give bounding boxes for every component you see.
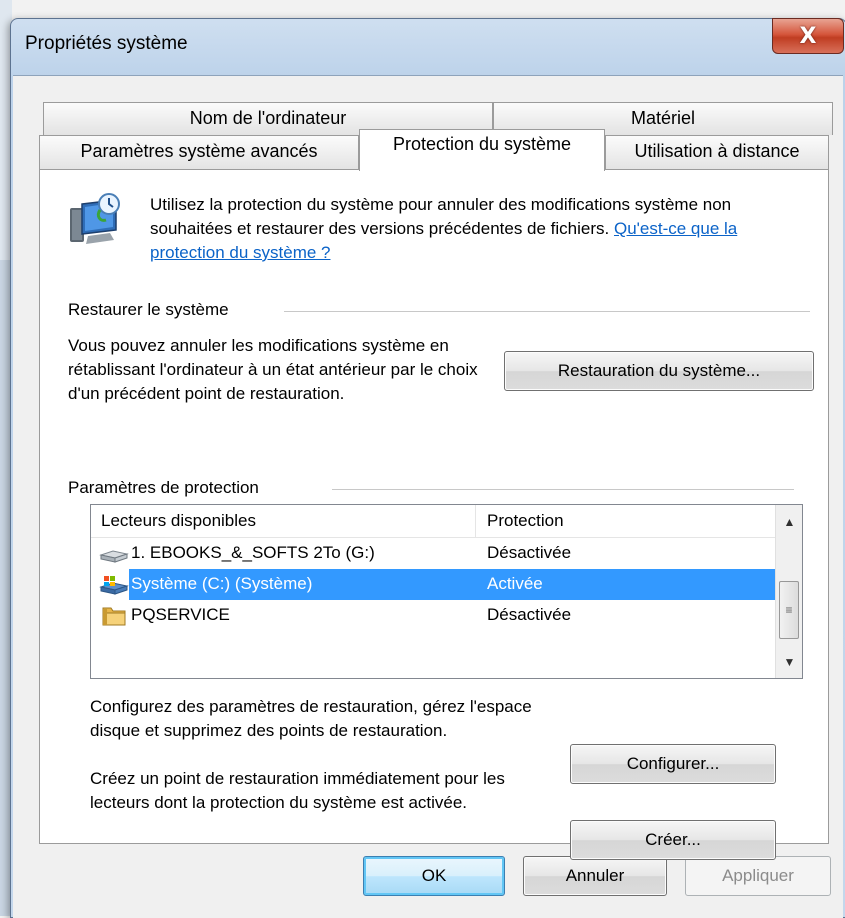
drive-protection-status: Désactivée	[487, 543, 572, 562]
vertical-scrollbar[interactable]: ▲ ≡ ▼	[775, 505, 802, 678]
restore-description: Vous pouvez annuler les modifications sy…	[68, 336, 478, 403]
list-item[interactable]: PQSERVICE Désactivée	[91, 600, 775, 631]
restore-group-line	[284, 311, 810, 312]
drives-list[interactable]: Lecteurs disponibles Protection 1. EBOOK…	[90, 504, 803, 679]
restore-group-label: Restaurer le système	[68, 300, 229, 319]
button-label: Créer...	[645, 830, 701, 849]
configure-button[interactable]: Configurer...	[570, 744, 776, 784]
tab-label: Nom de l'ordinateur	[189, 108, 347, 128]
folder-drive-icon	[99, 605, 127, 627]
ok-button[interactable]: OK	[363, 856, 505, 896]
cancel-button[interactable]: Annuler	[523, 856, 667, 896]
tab-label: Paramètres système avancés	[80, 141, 318, 161]
system-properties-window: Propriétés système X Nom de l'ordinateur…	[10, 18, 845, 918]
tab-advanced[interactable]: Paramètres système avancés	[39, 135, 359, 170]
drive-name: 1. EBOOKS_&_SOFTS 2To (G:)	[131, 543, 375, 562]
tab-remote[interactable]: Utilisation à distance	[605, 135, 829, 170]
column-header-drives[interactable]: Lecteurs disponibles	[101, 511, 256, 531]
column-separator	[475, 505, 476, 537]
button-label: Appliquer	[722, 866, 794, 885]
dialog-client-area: Nom de l'ordinateur Matériel Paramètres …	[13, 75, 843, 918]
drive-name: Système (C:) (Système)	[131, 574, 313, 593]
drive-protection-status: Activée	[487, 574, 543, 593]
intro-text-block: Utilisez la protection du système pour a…	[150, 193, 790, 265]
close-button[interactable]: X	[772, 18, 844, 54]
protection-group-label: Paramètres de protection	[68, 478, 259, 497]
system-protection-icon	[66, 190, 126, 248]
drive-icon	[99, 543, 129, 565]
button-label: Configurer...	[626, 754, 720, 773]
scroll-down-arrow-icon[interactable]: ▼	[776, 649, 802, 675]
system-drive-icon	[99, 574, 129, 596]
list-item[interactable]: 1. EBOOKS_&_SOFTS 2To (G:) Désactivée	[91, 538, 775, 569]
button-label: Restauration du système...	[557, 361, 761, 380]
system-restore-button[interactable]: Restauration du système...	[504, 351, 814, 391]
scrollbar-thumb[interactable]: ≡	[779, 581, 799, 639]
window-title: Propriétés système	[25, 33, 188, 54]
list-item[interactable]: Système (C:) (Système) Activée	[91, 569, 775, 600]
drive-protection-status: Désactivée	[487, 605, 572, 624]
apply-button[interactable]: Appliquer	[685, 856, 831, 896]
create-button[interactable]: Créer...	[570, 820, 776, 860]
list-header: Lecteurs disponibles Protection	[91, 505, 775, 538]
title-bar: Propriétés système X	[11, 18, 845, 71]
tab-label: Utilisation à distance	[634, 141, 800, 161]
system-protection-panel: Utilisez la protection du système pour a…	[39, 169, 829, 860]
close-icon: X	[799, 23, 817, 49]
tab-system-protection[interactable]: Protection du système	[359, 129, 605, 171]
protection-group-line	[332, 489, 794, 490]
tab-label: Matériel	[630, 108, 696, 128]
create-description: Créez un point de restauration immédiate…	[90, 769, 505, 812]
configure-description: Configurez des paramètres de restauratio…	[90, 697, 532, 740]
tab-label: Protection du système	[392, 134, 572, 154]
drive-name: PQSERVICE	[131, 605, 230, 624]
column-header-protection[interactable]: Protection	[487, 511, 564, 531]
scroll-up-arrow-icon[interactable]: ▲	[776, 509, 802, 535]
button-label: OK	[421, 866, 447, 885]
button-label: Annuler	[565, 866, 625, 885]
